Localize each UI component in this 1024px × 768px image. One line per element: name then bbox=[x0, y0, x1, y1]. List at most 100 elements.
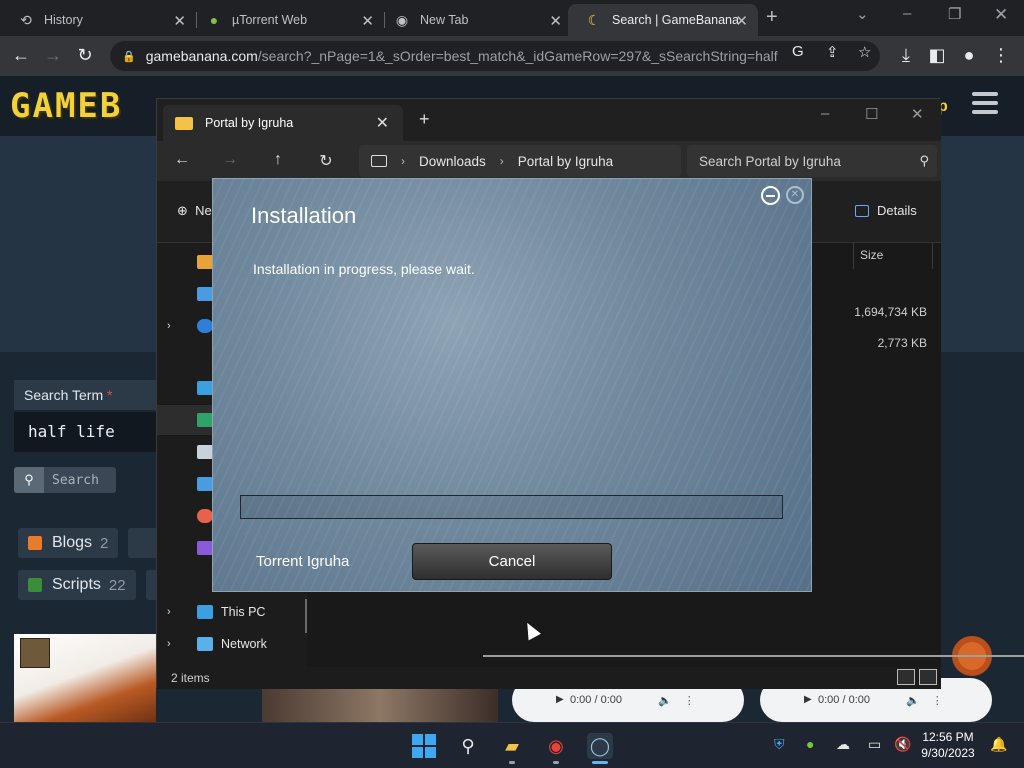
explorer-tab[interactable]: Portal by Igruha ✕ bbox=[163, 105, 403, 141]
computer-icon bbox=[371, 155, 387, 167]
details-view-icon[interactable] bbox=[897, 669, 915, 685]
chevron-right-icon[interactable]: › bbox=[167, 606, 183, 618]
file-explorer-icon[interactable]: ▰ bbox=[499, 733, 525, 759]
close-tab-icon[interactable]: ✕ bbox=[361, 12, 374, 30]
breadcrumb-current-folder[interactable]: Portal by Igruha bbox=[518, 154, 613, 169]
close-window-icon[interactable]: ✕ bbox=[911, 105, 924, 123]
volume-icon[interactable]: 🔈 bbox=[658, 694, 672, 707]
sidebar-item-network[interactable]: › Network bbox=[157, 629, 307, 659]
chrome-menu-icon[interactable]: ⋮ bbox=[990, 45, 1012, 66]
pane-divider[interactable] bbox=[305, 599, 307, 633]
close-icon[interactable]: ✕ bbox=[786, 186, 804, 204]
scripts-filter-chip[interactable]: Scripts 22 bbox=[18, 570, 136, 600]
google-icon[interactable]: G bbox=[792, 43, 804, 60]
back-arrow-icon[interactable]: ← bbox=[10, 45, 32, 66]
clock[interactable]: 12:56 PM 9/30/2023 bbox=[916, 729, 980, 761]
column-header-size[interactable]: Size bbox=[853, 243, 933, 269]
start-button[interactable] bbox=[411, 733, 437, 759]
video-icon bbox=[197, 541, 213, 555]
close-tab-icon[interactable]: ✕ bbox=[376, 113, 389, 133]
breadcrumb-downloads[interactable]: Downloads bbox=[419, 154, 486, 169]
browser-tab-history[interactable]: ⟲ History ✕ bbox=[0, 4, 196, 36]
address-bar[interactable]: 🔒 gamebanana.com /search?_nPage=1&_sOrde… bbox=[110, 41, 880, 71]
utorrent-tray-icon[interactable]: ● bbox=[806, 736, 814, 752]
download-icon[interactable]: ⤓ bbox=[895, 45, 917, 66]
play-icon[interactable]: ▶ bbox=[556, 694, 564, 705]
mod-thumbnail[interactable] bbox=[262, 688, 498, 724]
back-arrow-icon[interactable]: ← bbox=[171, 151, 193, 169]
search-term-label: Search Term * bbox=[14, 380, 159, 410]
tab-label: New Tab bbox=[420, 13, 469, 27]
filter-chip[interactable] bbox=[128, 528, 158, 558]
hamburger-menu-icon[interactable] bbox=[972, 92, 998, 119]
defender-icon[interactable]: ⛨ bbox=[774, 736, 785, 753]
clock-date: 9/30/2023 bbox=[921, 746, 975, 760]
minimize-icon[interactable]: – bbox=[903, 5, 911, 22]
audio-time: 0:00 / 0:00 bbox=[818, 694, 870, 706]
details-pane-button[interactable]: Details bbox=[855, 203, 917, 218]
search-icon[interactable]: ⚲ bbox=[455, 733, 481, 759]
restore-icon[interactable]: ❐ bbox=[948, 5, 961, 23]
share-icon[interactable]: ⇪ bbox=[826, 43, 839, 61]
portal-icon[interactable]: ◯ bbox=[587, 733, 613, 759]
cancel-button[interactable]: Cancel bbox=[412, 543, 612, 580]
chrome-icon[interactable]: ◉ bbox=[543, 733, 569, 759]
new-button[interactable]: ⊕ Ne bbox=[177, 203, 212, 219]
music-icon bbox=[197, 509, 213, 523]
more-options-icon[interactable]: ⋮ bbox=[684, 694, 695, 707]
maximize-icon[interactable]: ☐ bbox=[865, 105, 878, 123]
close-tab-icon[interactable]: ✕ bbox=[735, 12, 748, 30]
display-icon[interactable]: ▭ bbox=[868, 736, 881, 753]
chevron-right-icon[interactable]: › bbox=[167, 638, 183, 650]
minimize-icon[interactable]: – bbox=[821, 105, 829, 122]
cloud-icon[interactable]: ☁ bbox=[836, 736, 850, 753]
blogs-filter-chip[interactable]: Blogs 2 bbox=[18, 528, 119, 558]
browser-tab-utorrent[interactable]: ● µTorrent Web ✕ bbox=[188, 4, 384, 36]
mod-thumbnail[interactable] bbox=[14, 634, 156, 724]
profile-icon[interactable]: ● bbox=[958, 45, 980, 66]
chrome-icon: ◉ bbox=[395, 11, 409, 28]
lock-icon: 🔒 bbox=[122, 50, 136, 63]
close-tab-icon[interactable]: ✕ bbox=[173, 12, 186, 30]
running-indicator bbox=[553, 761, 559, 764]
pictures-icon bbox=[197, 477, 213, 491]
volume-icon[interactable]: 🔈 bbox=[906, 694, 920, 707]
tab-search-icon[interactable]: ⌄ bbox=[856, 5, 869, 23]
volume-muted-icon[interactable]: 🔇 bbox=[894, 736, 911, 753]
play-icon[interactable]: ▶ bbox=[804, 694, 812, 705]
chip-label: Blogs bbox=[52, 534, 93, 551]
windows-logo-icon bbox=[412, 734, 436, 758]
history-icon: ⟲ bbox=[20, 11, 32, 28]
chevron-right-icon: › bbox=[401, 154, 405, 168]
horizontal-scrollbar[interactable] bbox=[483, 655, 1024, 657]
bookmark-star-icon[interactable]: ☆ bbox=[858, 43, 871, 61]
side-panel-icon[interactable]: ◧ bbox=[926, 45, 948, 66]
search-icon: ⚲ bbox=[14, 467, 44, 493]
gamebanana-logo[interactable]: GAMEB bbox=[10, 86, 122, 126]
browser-tab-new-tab[interactable]: ◉ New Tab ✕ bbox=[376, 4, 572, 36]
close-tab-icon[interactable]: ✕ bbox=[549, 12, 562, 30]
forward-arrow-icon[interactable]: → bbox=[219, 151, 241, 169]
new-tab-button[interactable]: + bbox=[419, 109, 430, 130]
minimize-icon[interactable] bbox=[761, 186, 780, 205]
refresh-icon[interactable]: ↻ bbox=[315, 151, 337, 171]
notification-bell-icon[interactable]: 🔔 bbox=[990, 736, 1007, 753]
search-button[interactable]: ⚲ Search bbox=[14, 467, 116, 493]
explorer-search-input[interactable]: Search Portal by Igruha ⚲ bbox=[687, 145, 937, 177]
tab-label: Search | GameBanana bbox=[612, 13, 739, 27]
explorer-address-bar[interactable]: › Downloads › Portal by Igruha bbox=[359, 145, 681, 177]
browser-tab-gamebanana[interactable]: ☾ Search | GameBanana ✕ bbox=[568, 4, 758, 36]
tiles-view-icon[interactable] bbox=[919, 669, 937, 685]
taskbar: ⚲ ▰ ◉ ◯ ⛨ ● ☁ ▭ 🔇 12:56 PM 9/30/2023 🔔 bbox=[0, 722, 1024, 768]
new-tab-button[interactable]: + bbox=[766, 6, 778, 29]
close-window-icon[interactable]: ✕ bbox=[994, 5, 1008, 25]
search-input[interactable]: half life bbox=[14, 412, 159, 452]
sidebar-item-this-pc[interactable]: › This PC bbox=[157, 597, 307, 627]
cloud-icon bbox=[197, 319, 213, 333]
forward-arrow-icon[interactable]: → bbox=[42, 45, 64, 66]
sidebar-item-label: Network bbox=[221, 637, 267, 651]
up-arrow-icon[interactable]: ↑ bbox=[267, 151, 289, 169]
more-options-icon[interactable]: ⋮ bbox=[932, 694, 943, 707]
reload-icon[interactable]: ↻ bbox=[74, 45, 96, 66]
chevron-right-icon[interactable]: › bbox=[167, 320, 183, 332]
